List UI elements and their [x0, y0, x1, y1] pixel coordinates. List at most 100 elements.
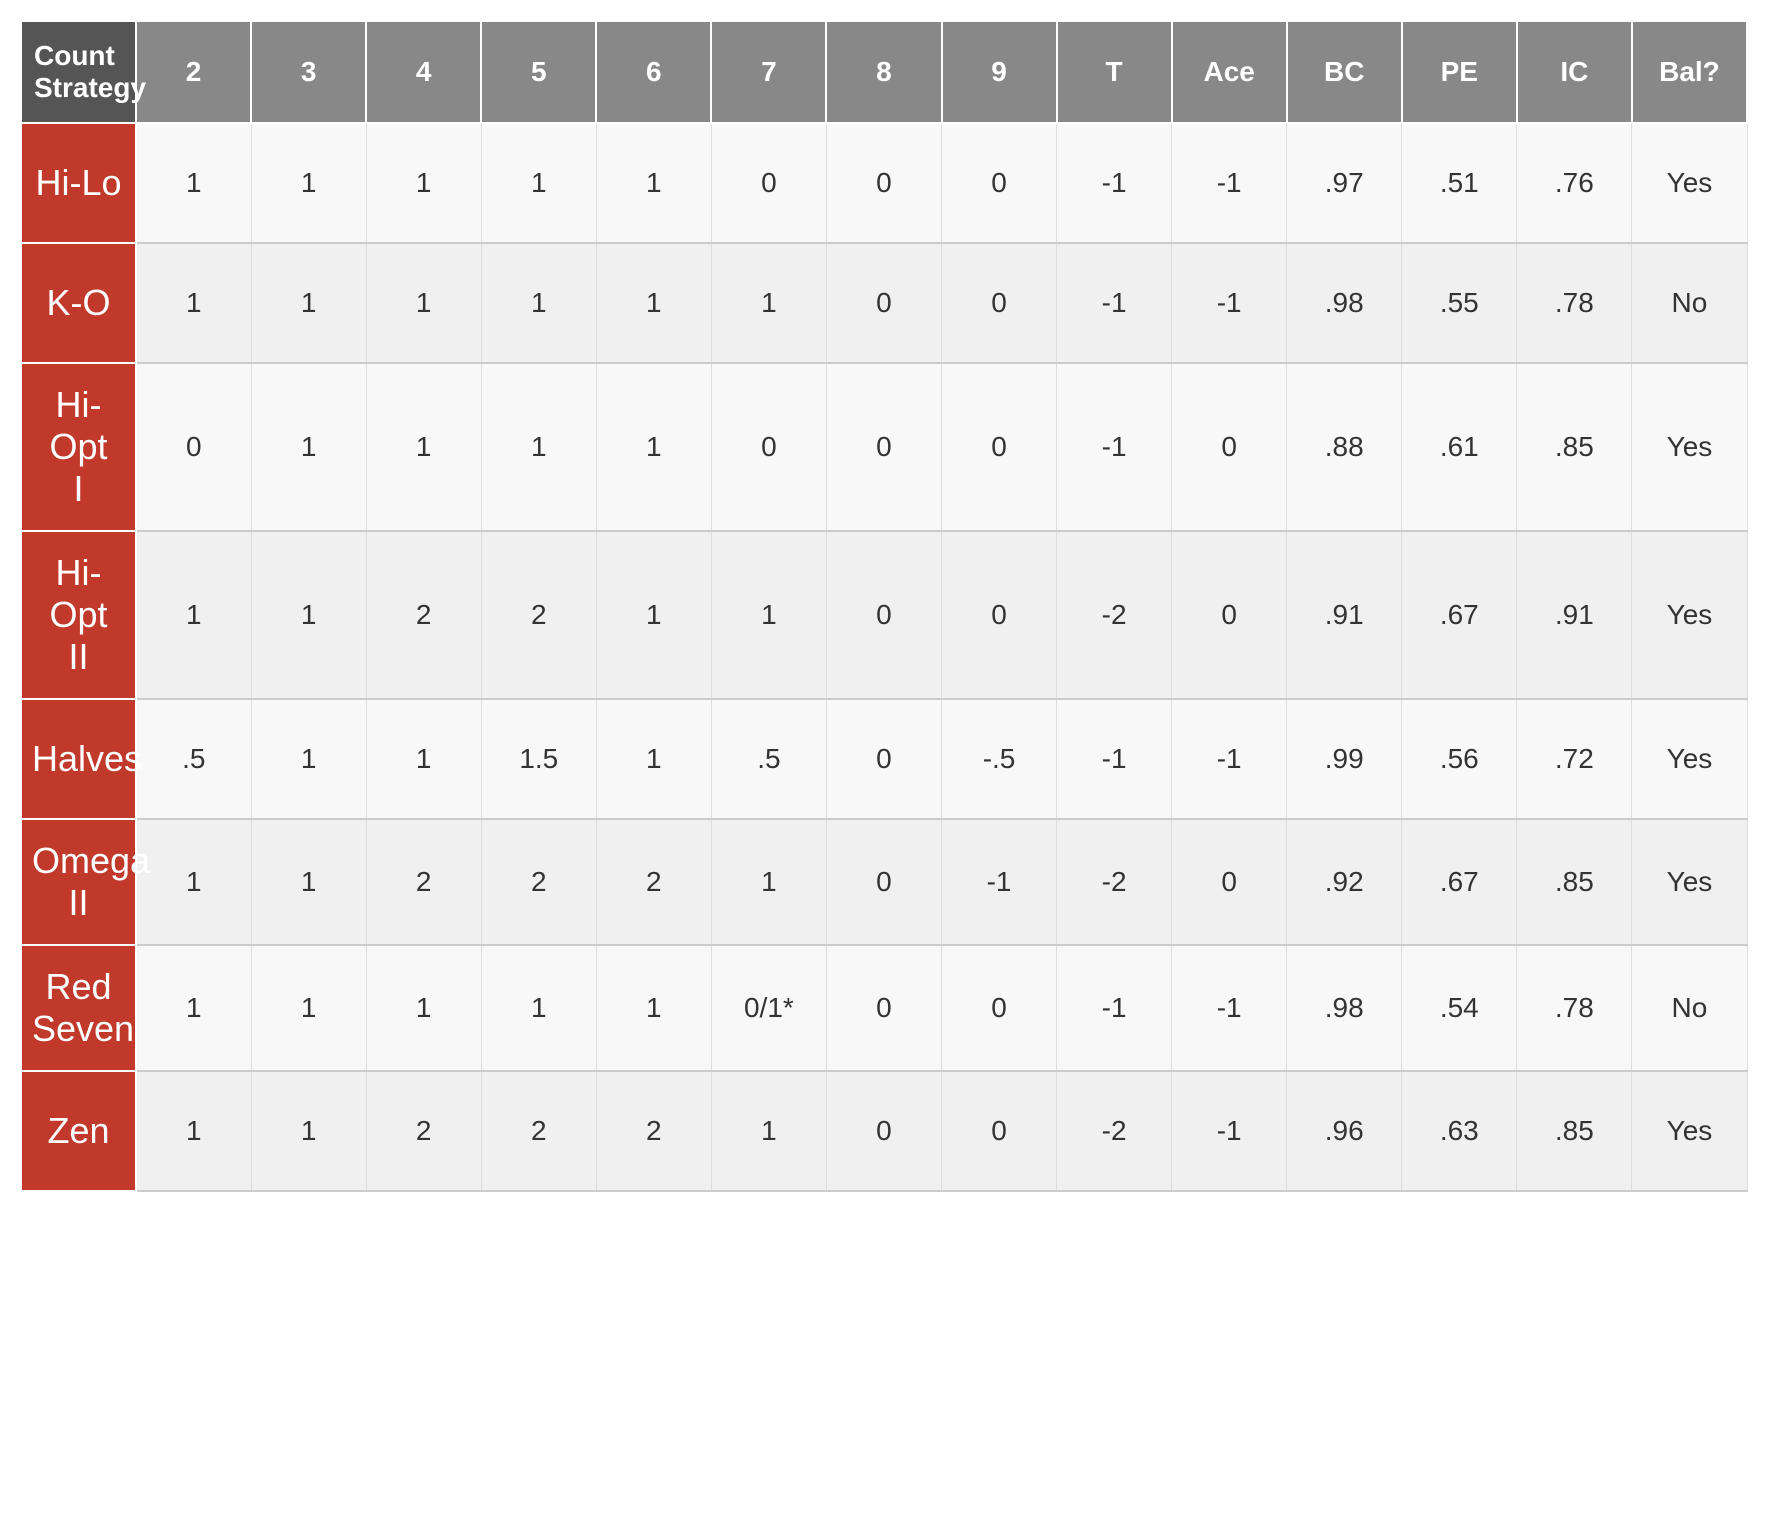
- table-cell: .91: [1287, 531, 1402, 699]
- table-row: Zen11222100-2-1.96.63.85Yes: [21, 1071, 1747, 1191]
- table-cell: 0: [826, 531, 941, 699]
- table-cell: .63: [1402, 1071, 1517, 1191]
- table-cell: 0: [942, 1071, 1057, 1191]
- table-cell: 1: [596, 945, 711, 1071]
- table-cell: 0: [1172, 531, 1287, 699]
- table-cell: 1: [251, 699, 366, 819]
- table-cell: 1: [251, 945, 366, 1071]
- table-cell: 0: [942, 531, 1057, 699]
- table-cell: 1: [596, 531, 711, 699]
- table-cell: -1: [1172, 243, 1287, 363]
- table-cell: 1: [481, 945, 596, 1071]
- header-col-Bal: Bal?: [1632, 21, 1747, 123]
- table-cell: 1: [251, 363, 366, 531]
- table-cell: No: [1632, 243, 1747, 363]
- table-cell: 0: [826, 819, 941, 945]
- table-cell: .99: [1287, 699, 1402, 819]
- table-cell: 1: [366, 123, 481, 243]
- table-cell: .96: [1287, 1071, 1402, 1191]
- strategy-name: OmegaII: [21, 819, 136, 945]
- table-cell: 2: [596, 819, 711, 945]
- table-cell: 1: [251, 531, 366, 699]
- count-strategy-table: CountStrategy 2 3 4 5 6 7 8 9 T Ace BC P…: [20, 20, 1748, 1192]
- header-col-8: 8: [826, 21, 941, 123]
- table-cell: 1: [251, 243, 366, 363]
- header-col-3: 3: [251, 21, 366, 123]
- table-row: Hi-Lo11111000-1-1.97.51.76Yes: [21, 123, 1747, 243]
- table-cell: 1: [711, 1071, 826, 1191]
- table-cell: 1: [481, 123, 596, 243]
- table-row: OmegaII1122210-1-20.92.67.85Yes: [21, 819, 1747, 945]
- table-cell: 0: [826, 363, 941, 531]
- table-cell: 0: [711, 123, 826, 243]
- table-cell: 2: [366, 1071, 481, 1191]
- table-cell: 1: [596, 699, 711, 819]
- table-cell: 1: [136, 531, 251, 699]
- table-cell: Yes: [1632, 819, 1747, 945]
- table-cell: 1: [136, 945, 251, 1071]
- strategy-name: Hi-OptII: [21, 531, 136, 699]
- table-cell: -2: [1057, 819, 1172, 945]
- table-row: Hi-OptI01111000-10.88.61.85Yes: [21, 363, 1747, 531]
- table-cell: 1: [136, 243, 251, 363]
- table-cell: .55: [1402, 243, 1517, 363]
- table-cell: 1: [366, 945, 481, 1071]
- table-cell: -2: [1057, 531, 1172, 699]
- table-cell: 0: [826, 243, 941, 363]
- table-cell: 1: [711, 531, 826, 699]
- table-cell: .5: [136, 699, 251, 819]
- table-cell: 0: [1172, 819, 1287, 945]
- table-cell: 0: [826, 123, 941, 243]
- header-col-Ace: Ace: [1172, 21, 1287, 123]
- header-col-7: 7: [711, 21, 826, 123]
- table-cell: .88: [1287, 363, 1402, 531]
- table-cell: Yes: [1632, 123, 1747, 243]
- table-cell: 0: [826, 699, 941, 819]
- table-cell: 1: [596, 123, 711, 243]
- table-cell: -1: [1057, 363, 1172, 531]
- table-cell: .92: [1287, 819, 1402, 945]
- table-cell: 1: [481, 243, 596, 363]
- table-cell: 1: [366, 699, 481, 819]
- table-cell: .85: [1517, 1071, 1632, 1191]
- table-cell: .78: [1517, 945, 1632, 1071]
- table-cell: 1: [251, 123, 366, 243]
- table-cell: Yes: [1632, 363, 1747, 531]
- strategy-name: Zen: [21, 1071, 136, 1191]
- table-cell: -1: [942, 819, 1057, 945]
- table-cell: .97: [1287, 123, 1402, 243]
- table-row: K-O11111100-1-1.98.55.78No: [21, 243, 1747, 363]
- table-cell: 0: [942, 123, 1057, 243]
- header-col-2: 2: [136, 21, 251, 123]
- table-cell: .98: [1287, 945, 1402, 1071]
- table-cell: 2: [366, 531, 481, 699]
- strategy-name: Hi-Lo: [21, 123, 136, 243]
- table-cell: 1: [481, 363, 596, 531]
- table-cell: 1: [596, 363, 711, 531]
- table-cell: 2: [481, 819, 596, 945]
- table-cell: -1: [1172, 123, 1287, 243]
- table-cell: 0: [942, 243, 1057, 363]
- header-col-4: 4: [366, 21, 481, 123]
- table-cell: 1: [136, 1071, 251, 1191]
- table-cell: .67: [1402, 819, 1517, 945]
- table-cell: 2: [481, 531, 596, 699]
- table-cell: .67: [1402, 531, 1517, 699]
- table-cell: .72: [1517, 699, 1632, 819]
- header-col-5: 5: [481, 21, 596, 123]
- table-cell: Yes: [1632, 1071, 1747, 1191]
- table-cell: .61: [1402, 363, 1517, 531]
- table-cell: 1: [251, 1071, 366, 1191]
- table-cell: -2: [1057, 1071, 1172, 1191]
- header-col-T: T: [1057, 21, 1172, 123]
- strategy-name: K-O: [21, 243, 136, 363]
- table-cell: No: [1632, 945, 1747, 1071]
- table-cell: -.5: [942, 699, 1057, 819]
- table-cell: 2: [481, 1071, 596, 1191]
- table-cell: 0: [136, 363, 251, 531]
- header-col-6: 6: [596, 21, 711, 123]
- table-cell: 1: [711, 243, 826, 363]
- table-cell: .78: [1517, 243, 1632, 363]
- strategy-name: Hi-OptI: [21, 363, 136, 531]
- table-row: RedSeven111110/1*00-1-1.98.54.78No: [21, 945, 1747, 1071]
